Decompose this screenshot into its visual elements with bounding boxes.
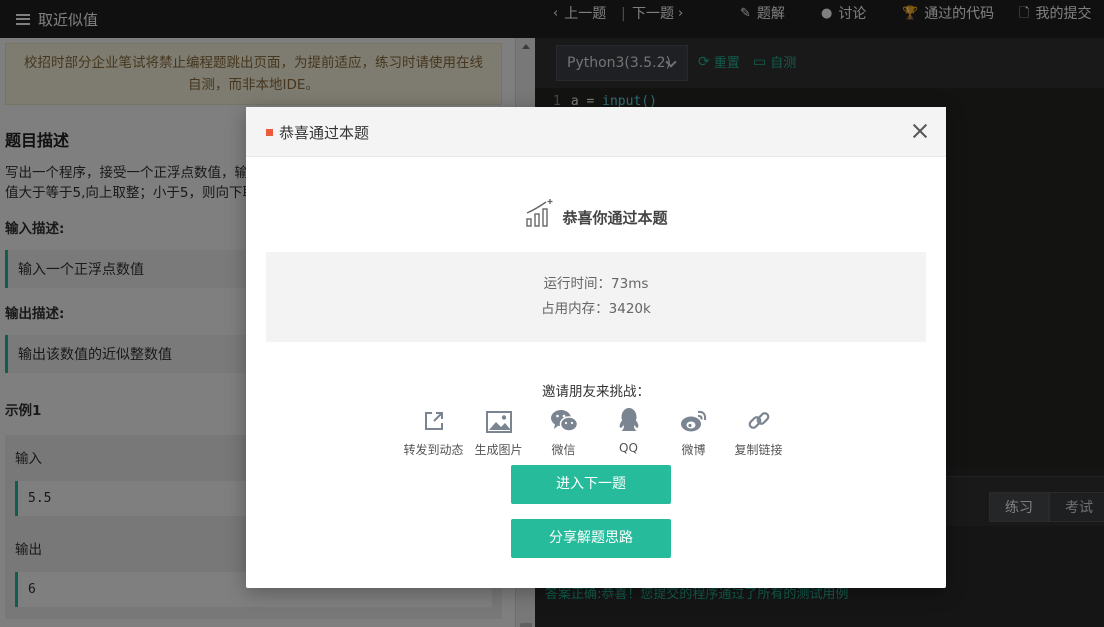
share-qq-button[interactable]: QQ <box>596 405 661 458</box>
memory-usage: 占用内存：3420k <box>541 301 651 317</box>
title-marker-icon <box>266 129 273 136</box>
copy-link-button[interactable]: 复制链接 <box>726 405 791 458</box>
next-problem-button[interactable]: 进入下一题 <box>511 465 671 504</box>
share-forward-icon <box>424 412 443 430</box>
image-icon <box>485 411 512 433</box>
invite-text: 邀请朋友来挑战： <box>542 384 650 400</box>
link-icon <box>748 412 769 429</box>
share-options: 转发到动态 生成图片 微信 QQ 微博 复制链接 <box>401 405 791 458</box>
success-row: 恭喜你通过本题 <box>246 197 946 229</box>
run-stats: 运行时间：73ms 占用内存：3420k <box>266 252 926 342</box>
share-forward-button[interactable]: 转发到动态 <box>401 405 466 458</box>
share-weibo-button[interactable]: 微博 <box>661 405 726 458</box>
success-message: 恭喜你通过本题 <box>562 208 668 227</box>
modal-title: 恭喜通过本题 <box>266 122 369 143</box>
rising-chart-icon <box>526 199 553 227</box>
success-modal: 恭喜通过本题 恭喜你通过本题 运行时间：73ms 占用内存：3420k 邀请朋友… <box>246 107 946 588</box>
share-image-button[interactable]: 生成图片 <box>466 405 531 458</box>
modal-header: 恭喜通过本题 <box>246 107 946 157</box>
run-time: 运行时间：73ms <box>543 276 649 292</box>
weibo-icon <box>680 410 706 432</box>
qq-icon <box>619 408 638 431</box>
share-solution-button[interactable]: 分享解题思路 <box>511 519 671 558</box>
close-icon[interactable] <box>912 123 928 139</box>
wechat-icon <box>550 410 578 432</box>
share-wechat-button[interactable]: 微信 <box>531 405 596 458</box>
